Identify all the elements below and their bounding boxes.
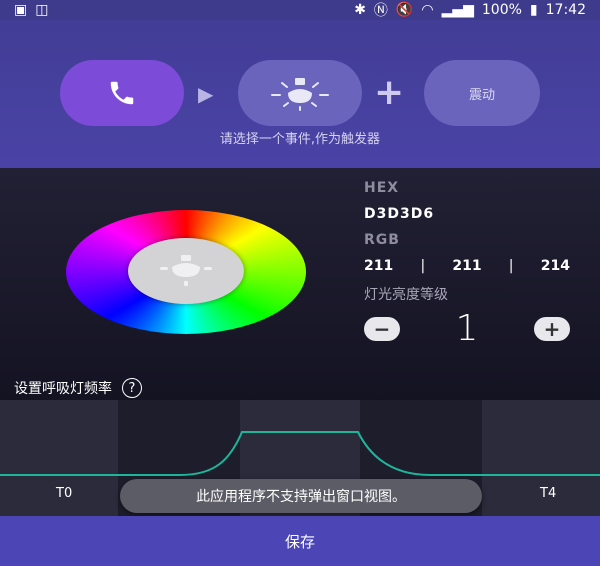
color-preview	[128, 238, 244, 304]
status-left: ▣ ◫	[14, 2, 48, 18]
nfc-icon: Ⓝ	[373, 3, 388, 19]
image-notification-icon: ▣	[14, 2, 28, 18]
battery-icon: ▮	[529, 2, 538, 18]
toast-message: 此应用程序不支持弹出窗口视图。	[120, 479, 482, 513]
brightness-increase-button[interactable]: +	[534, 316, 570, 341]
clock: 17:42	[545, 2, 586, 18]
minus-icon: −	[373, 316, 391, 341]
brightness-level: 1	[455, 308, 479, 349]
signal-icon: ▂▄▆	[441, 2, 474, 18]
arrow-right-icon: ▶	[198, 82, 214, 106]
help-icon[interactable]: ?	[122, 378, 142, 398]
light-icon	[160, 255, 212, 286]
trigger-panel: ▶ + 震动 请选择一个事件,作为触发器	[0, 20, 600, 168]
bluetooth-icon: ✱	[354, 2, 366, 18]
brightness-decrease-button[interactable]: −	[364, 316, 400, 341]
hex-value: D3D3D6	[364, 206, 435, 222]
hex-label: HEX	[364, 180, 400, 196]
rgb-r-value: 211	[364, 258, 394, 274]
rgb-g-value: 211	[452, 258, 482, 274]
rgb-separator: |	[508, 258, 514, 274]
battery-percent: 100%	[481, 2, 522, 18]
rgb-values: 211 | 211 | 214	[364, 258, 570, 274]
t0-label: T0	[56, 486, 73, 501]
phone-event-button[interactable]	[60, 60, 184, 126]
plus-icon: +	[374, 72, 405, 113]
cast-notification-icon: ◫	[35, 2, 49, 18]
t4-label: T4	[540, 486, 557, 501]
mute-icon: 🔇	[395, 2, 414, 18]
brightness-label: 灯光亮度等级	[364, 287, 448, 303]
rgb-b-value: 214	[540, 258, 570, 274]
save-button[interactable]: 保存	[0, 516, 600, 566]
light-event-button[interactable]	[238, 60, 362, 126]
wifi-icon: ◠	[421, 2, 434, 18]
plus-icon: +	[543, 316, 561, 341]
color-panel: HEX D3D3D6 RGB 211 | 211 | 214 灯光亮度等级 − …	[0, 168, 600, 400]
color-info: HEX D3D3D6 RGB 211 | 211 | 214 灯光亮度等级 − …	[364, 180, 584, 349]
light-icon	[271, 78, 329, 111]
status-right: ✱ Ⓝ 🔇 ◠ ▂▄▆ 100% ▮ 17:42	[354, 0, 586, 20]
brightness-stepper: − 1 +	[364, 308, 570, 349]
vibrate-event-button[interactable]: 震动	[424, 60, 540, 126]
frequency-heading: 设置呼吸灯频率 ?	[14, 378, 142, 398]
rgb-separator: |	[420, 258, 426, 274]
frequency-label: 设置呼吸灯频率	[14, 381, 112, 397]
trigger-hint: 请选择一个事件,作为触发器	[219, 132, 381, 147]
phone-icon	[110, 81, 134, 105]
rgb-label: RGB	[364, 232, 400, 248]
color-wheel[interactable]	[66, 210, 306, 334]
status-bar: ▣ ◫ ✱ Ⓝ 🔇 ◠ ▂▄▆ 100% ▮ 17:42	[0, 0, 600, 20]
